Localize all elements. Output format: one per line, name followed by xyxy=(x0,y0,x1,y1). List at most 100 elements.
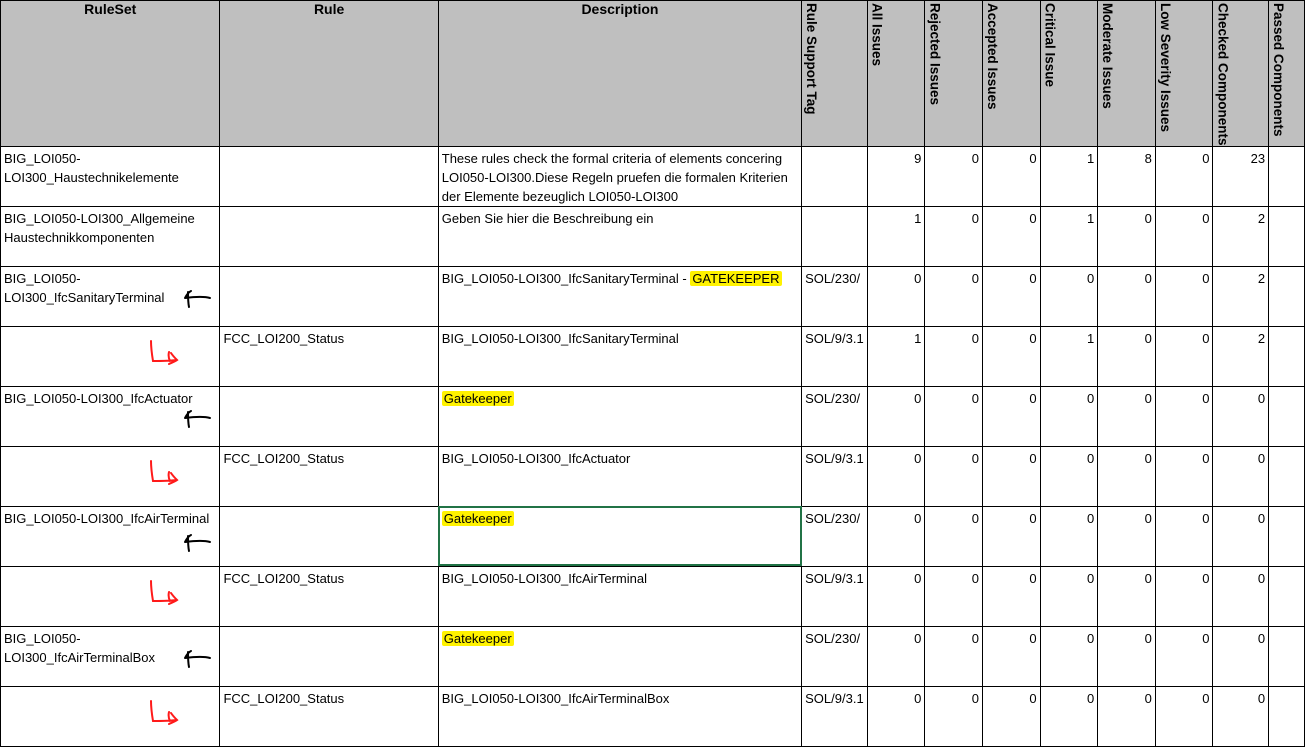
cell-rejected-issues[interactable]: 0 xyxy=(924,205,983,267)
cell-checked-components[interactable]: 23 xyxy=(1212,145,1270,207)
cell-rejected-issues[interactable]: 0 xyxy=(924,685,983,747)
cell-description[interactable]: BIG_LOI050-LOI300_IfcAirTerminal xyxy=(437,565,803,627)
cell-critical-issue[interactable]: 1 xyxy=(1039,205,1099,267)
cell-description[interactable]: These rules check the formal criteria of… xyxy=(437,145,803,207)
cell-rule[interactable] xyxy=(219,205,439,267)
cell-moderate-issues[interactable]: 0 xyxy=(1097,565,1156,627)
cell-ruleset[interactable]: BIG_LOI050-LOI300_IfcActuator xyxy=(0,385,221,447)
cell-all-issues[interactable]: 0 xyxy=(866,505,926,567)
cell-rule[interactable]: FCC_LOI200_Status xyxy=(219,445,439,507)
cell-critical-issue[interactable]: 0 xyxy=(1039,265,1099,327)
cell-accepted-issues[interactable]: 0 xyxy=(981,445,1041,507)
cell-accepted-issues[interactable]: 0 xyxy=(981,505,1041,567)
cell-rejected-issues[interactable]: 0 xyxy=(924,505,983,567)
cell-rule-support-tag[interactable]: SOL/9/3.1 xyxy=(801,445,868,507)
cell-rejected-issues[interactable]: 0 xyxy=(924,625,983,687)
cell-all-issues[interactable]: 0 xyxy=(866,445,926,507)
cell-rule-support-tag[interactable]: SOL/230/ xyxy=(801,505,868,567)
cell-critical-issue[interactable]: 0 xyxy=(1039,505,1099,567)
cell-ruleset[interactable]: BIG_LOI050-LOI300_IfcAirTerminal xyxy=(0,505,221,567)
cell-low-severity-issues[interactable]: 0 xyxy=(1154,565,1214,627)
cell-rule[interactable] xyxy=(219,385,439,447)
cell-moderate-issues[interactable]: 0 xyxy=(1097,505,1156,567)
cell-all-issues[interactable]: 0 xyxy=(866,625,926,687)
cell-critical-issue[interactable]: 0 xyxy=(1039,625,1099,687)
cell-ruleset[interactable]: BIG_LOI050-LOI300_Allgemeine Haustechnik… xyxy=(0,205,221,267)
cell-low-severity-issues[interactable]: 0 xyxy=(1154,205,1214,267)
cell-description[interactable]: BIG_LOI050-LOI300_IfcActuator xyxy=(437,445,803,507)
cell-checked-components[interactable]: 0 xyxy=(1212,625,1270,687)
cell-all-issues[interactable]: 9 xyxy=(866,145,926,207)
cell-all-issues[interactable]: 0 xyxy=(866,565,926,627)
cell-checked-components[interactable]: 0 xyxy=(1212,505,1270,567)
header-checked-components[interactable]: Checked Components xyxy=(1212,0,1270,147)
cell-all-issues[interactable]: 0 xyxy=(866,685,926,747)
header-critical-issue[interactable]: Critical Issue xyxy=(1039,0,1099,147)
cell-rule-support-tag[interactable]: SOL/9/3.1 xyxy=(801,565,868,627)
cell-description[interactable]: Gatekeeper xyxy=(437,505,803,567)
cell-passed-components[interactable] xyxy=(1268,265,1305,327)
cell-moderate-issues[interactable]: 0 xyxy=(1097,625,1156,687)
cell-rule-support-tag[interactable] xyxy=(801,145,868,207)
cell-low-severity-issues[interactable]: 0 xyxy=(1154,385,1214,447)
cell-rule-support-tag[interactable]: SOL/230/ xyxy=(801,625,868,687)
header-low-severity-issues[interactable]: Low Severity Issues xyxy=(1154,0,1214,147)
header-all-issues[interactable]: All Issues xyxy=(866,0,926,147)
cell-description[interactable]: BIG_LOI050-LOI300_IfcSanitaryTerminal - … xyxy=(437,265,803,327)
cell-accepted-issues[interactable]: 0 xyxy=(981,205,1041,267)
cell-ruleset[interactable]: BIG_LOI050-LOI300_IfcAirTerminalBox xyxy=(0,625,221,687)
cell-accepted-issues[interactable]: 0 xyxy=(981,145,1041,207)
cell-all-issues[interactable]: 1 xyxy=(866,325,926,387)
cell-critical-issue[interactable]: 0 xyxy=(1039,445,1099,507)
cell-passed-components[interactable] xyxy=(1268,625,1305,687)
header-rule[interactable]: Rule xyxy=(219,0,439,147)
cell-description[interactable]: BIG_LOI050-LOI300_IfcAirTerminalBox xyxy=(437,685,803,747)
cell-rejected-issues[interactable]: 0 xyxy=(924,565,983,627)
cell-low-severity-issues[interactable]: 0 xyxy=(1154,445,1214,507)
cell-checked-components[interactable]: 0 xyxy=(1212,385,1270,447)
cell-low-severity-issues[interactable]: 0 xyxy=(1154,685,1214,747)
cell-critical-issue[interactable]: 0 xyxy=(1039,385,1099,447)
cell-moderate-issues[interactable]: 0 xyxy=(1097,205,1156,267)
cell-rule-support-tag[interactable]: SOL/9/3.1 xyxy=(801,325,868,387)
cell-passed-components[interactable] xyxy=(1268,445,1305,507)
cell-accepted-issues[interactable]: 0 xyxy=(981,685,1041,747)
cell-moderate-issues[interactable]: 0 xyxy=(1097,385,1156,447)
cell-passed-components[interactable] xyxy=(1268,565,1305,627)
cell-moderate-issues[interactable]: 0 xyxy=(1097,265,1156,327)
cell-rule[interactable]: FCC_LOI200_Status xyxy=(219,685,439,747)
cell-ruleset[interactable] xyxy=(0,565,221,627)
cell-rule-support-tag[interactable]: SOL/9/3.1 xyxy=(801,685,868,747)
cell-rejected-issues[interactable]: 0 xyxy=(924,385,983,447)
cell-all-issues[interactable]: 0 xyxy=(866,385,926,447)
cell-passed-components[interactable] xyxy=(1268,205,1305,267)
cell-critical-issue[interactable]: 0 xyxy=(1039,685,1099,747)
header-accepted-issues[interactable]: Accepted Issues xyxy=(981,0,1041,147)
cell-description[interactable]: Geben Sie hier die Beschreibung ein xyxy=(437,205,803,267)
cell-checked-components[interactable]: 2 xyxy=(1212,325,1270,387)
cell-accepted-issues[interactable]: 0 xyxy=(981,565,1041,627)
cell-ruleset[interactable] xyxy=(0,445,221,507)
cell-ruleset[interactable]: BIG_LOI050-LOI300_IfcSanitaryTerminal xyxy=(0,265,221,327)
cell-rule[interactable] xyxy=(219,265,439,327)
cell-accepted-issues[interactable]: 0 xyxy=(981,625,1041,687)
cell-low-severity-issues[interactable]: 0 xyxy=(1154,325,1214,387)
cell-checked-components[interactable]: 2 xyxy=(1212,265,1270,327)
cell-rejected-issues[interactable]: 0 xyxy=(924,265,983,327)
cell-moderate-issues[interactable]: 0 xyxy=(1097,685,1156,747)
cell-moderate-issues[interactable]: 0 xyxy=(1097,445,1156,507)
cell-accepted-issues[interactable]: 0 xyxy=(981,385,1041,447)
cell-ruleset[interactable] xyxy=(0,325,221,387)
cell-rule-support-tag[interactable]: SOL/230/ xyxy=(801,385,868,447)
header-rule-support-tag[interactable]: Rule Support Tag xyxy=(801,0,868,147)
cell-rule[interactable] xyxy=(219,625,439,687)
header-description[interactable]: Description xyxy=(437,0,803,147)
cell-low-severity-issues[interactable]: 0 xyxy=(1154,265,1214,327)
header-passed-components[interactable]: Passed Components xyxy=(1268,0,1305,147)
cell-passed-components[interactable] xyxy=(1268,685,1305,747)
cell-passed-components[interactable] xyxy=(1268,505,1305,567)
cell-checked-components[interactable]: 0 xyxy=(1212,685,1270,747)
cell-description[interactable]: Gatekeeper xyxy=(437,625,803,687)
header-ruleset[interactable]: RuleSet xyxy=(0,0,221,147)
cell-checked-components[interactable]: 0 xyxy=(1212,565,1270,627)
